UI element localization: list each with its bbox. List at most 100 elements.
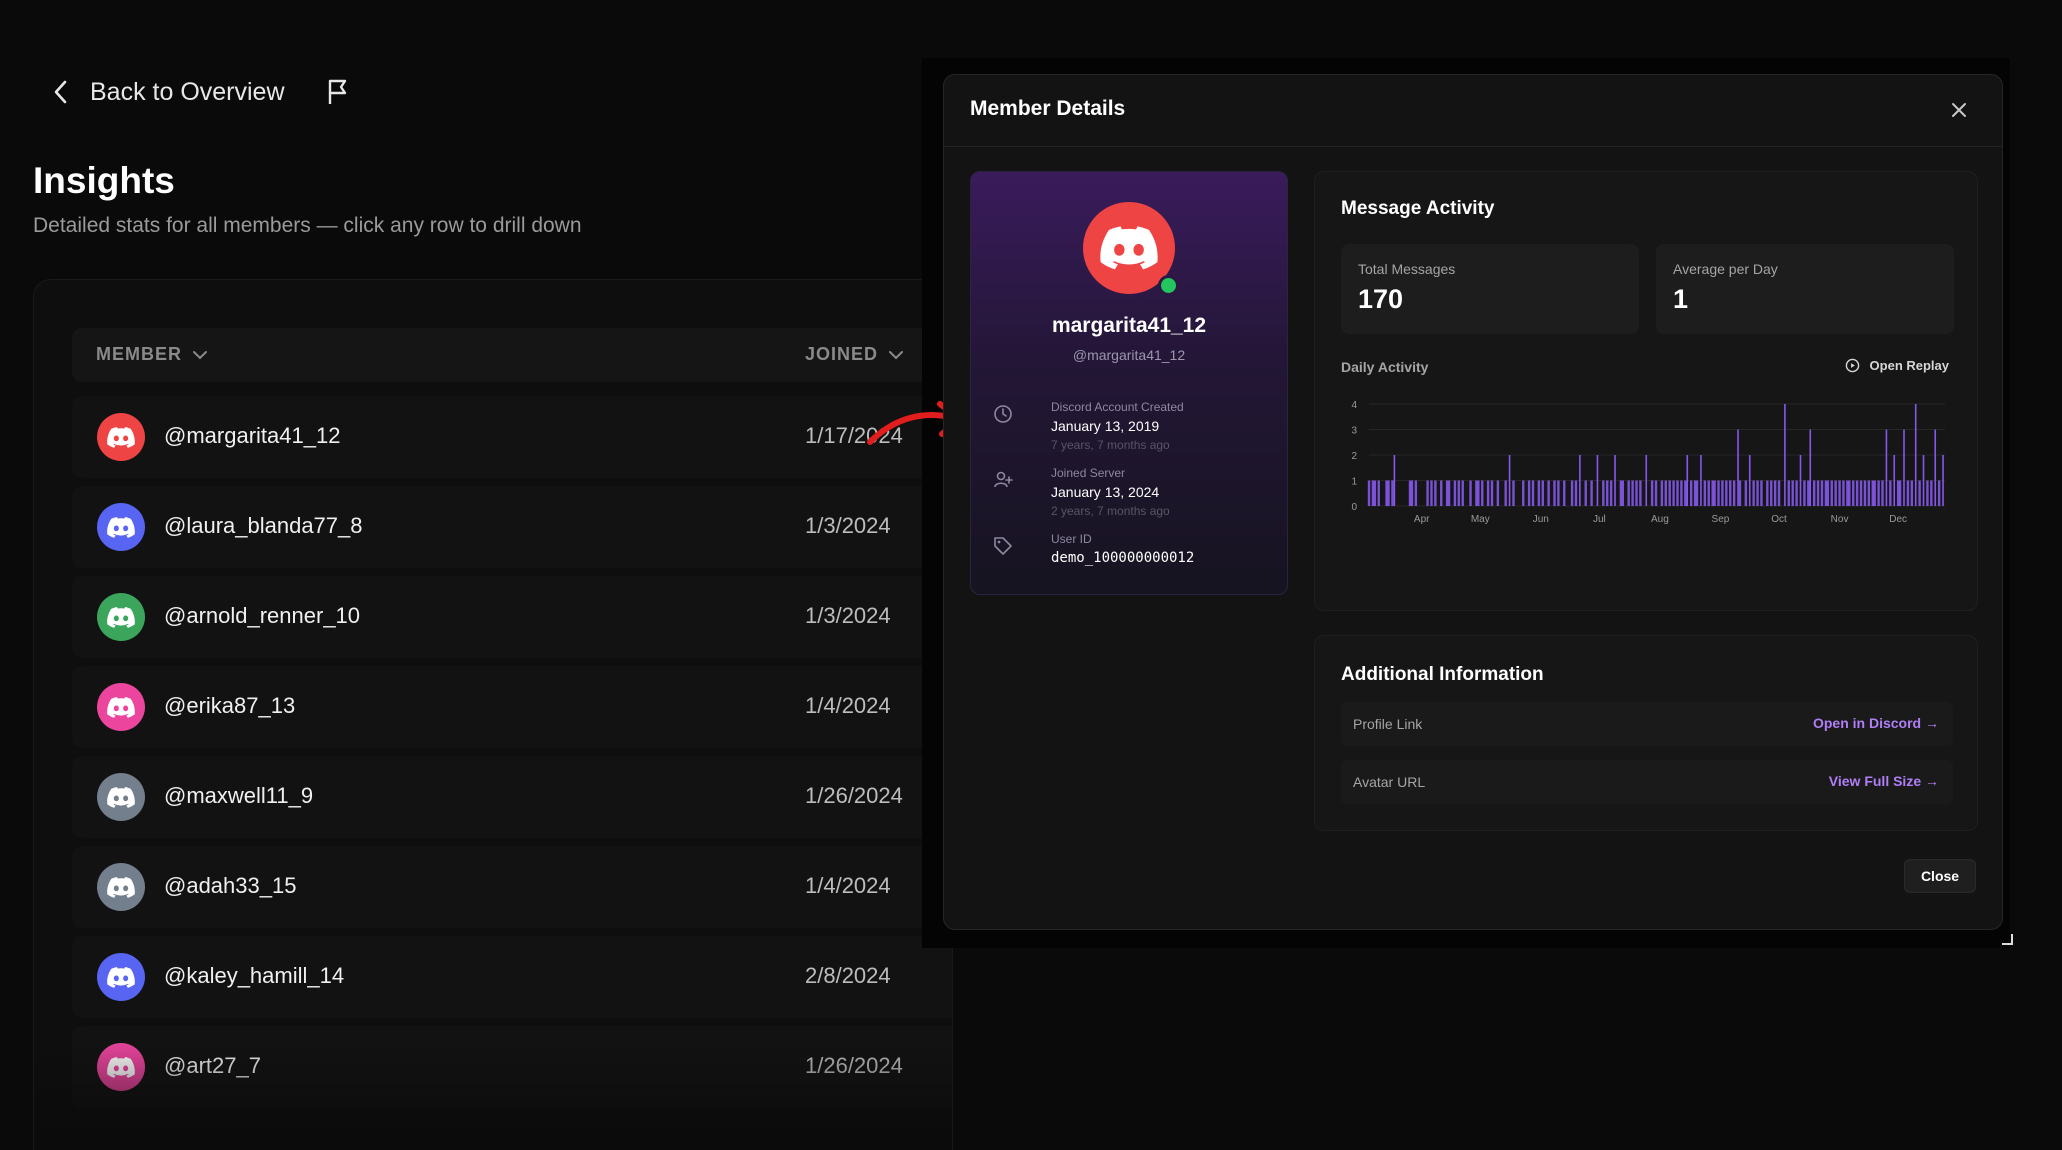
chart-bar — [1664, 480, 1667, 506]
table-row[interactable]: @laura_blanda77_8 1/3/2024 — [72, 486, 952, 568]
chart-bar — [1766, 480, 1769, 506]
chart-bar — [1377, 480, 1380, 506]
chart-bar — [1717, 480, 1720, 506]
member-handle: @kaley_hamill_14 — [164, 963, 345, 988]
chart-bar — [1721, 480, 1724, 506]
chart-bar — [1820, 480, 1824, 506]
chart-bar — [1859, 480, 1863, 506]
chart-bar — [1553, 480, 1556, 506]
column-header-member[interactable]: MEMBER — [96, 344, 208, 365]
y-tick-label: 4 — [1351, 400, 1357, 411]
table-row[interactable]: @margarita41_12 1/17/2024 — [72, 396, 952, 478]
stat-value: 1 — [1673, 284, 1689, 314]
chart-bar — [1732, 480, 1736, 506]
chart-bar — [1602, 480, 1605, 506]
chart-bar — [1713, 480, 1716, 506]
chart-bar — [1504, 480, 1507, 506]
chart-bar — [1557, 480, 1560, 506]
member-handle: @arnold_renner_10 — [164, 603, 361, 628]
chart-bar — [1490, 480, 1494, 506]
user-id-value: demo_100000000012 — [1051, 550, 1195, 566]
modal-close-button[interactable] — [1946, 97, 1972, 123]
chart-bar — [1812, 480, 1816, 506]
tag-icon — [994, 537, 1012, 555]
chart-bar — [1590, 480, 1593, 506]
joined-date: 1/3/2024 — [805, 513, 891, 538]
chart-bar — [1937, 480, 1941, 506]
table-row[interactable]: @arnold_renner_10 1/3/2024 — [72, 576, 952, 658]
chart-bar — [1477, 480, 1480, 506]
column-header-joined[interactable]: JOINED — [805, 344, 904, 365]
field-label: User ID — [1051, 532, 1092, 546]
chart-bar — [1574, 480, 1578, 506]
chart-bar — [1816, 480, 1820, 506]
chart-bar — [1756, 480, 1759, 506]
field-value: January 13, 2024 — [1051, 484, 1160, 500]
profile-card: margarita41_12 @margarita41_12 Discord A… — [970, 171, 1288, 595]
chart-bar — [1686, 455, 1689, 506]
chart-bar — [1531, 480, 1535, 506]
chart-label: Daily Activity — [1341, 359, 1429, 375]
x-tick-label: Nov — [1831, 514, 1849, 525]
row-key: Avatar URL — [1353, 774, 1426, 790]
close-button[interactable]: Close — [1904, 859, 1976, 893]
chart-bar — [1635, 480, 1638, 506]
view-full-size-link[interactable]: View Full Size → — [1829, 773, 1939, 789]
field-value: January 13, 2019 — [1051, 418, 1160, 434]
chart-bar — [1584, 480, 1587, 506]
table-row[interactable]: @adah33_15 1/4/2024 — [72, 846, 952, 928]
open-replay-button[interactable]: Open Replay — [1845, 358, 1949, 373]
chart-bar — [1791, 480, 1794, 506]
chart-bar — [1942, 455, 1944, 506]
clock-icon — [994, 405, 1012, 423]
flag-button[interactable] — [327, 78, 349, 106]
chart-bar — [1842, 480, 1845, 506]
member-handle: @laura_blanda77_8 — [164, 513, 363, 538]
chart-bar — [1922, 455, 1925, 506]
chart-bar — [1453, 480, 1457, 506]
chart-bar — [1737, 429, 1739, 506]
profile-name: margarita41_12 — [1051, 314, 1207, 337]
table-row[interactable]: @erika87_13 1/4/2024 — [72, 666, 952, 748]
joined-date: 2/8/2024 — [805, 963, 891, 988]
back-label: Back to Overview — [90, 77, 285, 106]
chart-bar — [1703, 480, 1707, 506]
chart-bar — [1903, 429, 1905, 506]
discord-logo-icon — [107, 516, 135, 538]
chart-bar — [1773, 480, 1777, 506]
avatar — [97, 593, 145, 641]
chart-bar — [1373, 480, 1377, 506]
close-icon — [1952, 103, 1966, 117]
chart-bar — [1809, 429, 1812, 506]
stat-total-messages: Total Messages 170 — [1341, 244, 1639, 334]
avatar — [97, 413, 145, 461]
user-plus-icon — [994, 471, 1013, 488]
x-tick-label: Oct — [1771, 514, 1787, 525]
chart-bar — [1426, 480, 1429, 506]
chart-bar — [1795, 480, 1798, 506]
table-row[interactable]: @kaley_hamill_14 2/8/2024 — [72, 936, 952, 1018]
joined-date: 1/3/2024 — [805, 603, 891, 628]
chart-bar — [1570, 480, 1574, 506]
chart-bar — [1676, 480, 1679, 506]
stat-label: Total Messages — [1358, 261, 1456, 277]
resize-corner-icon[interactable] — [2000, 932, 2014, 946]
chart-bar — [1770, 480, 1773, 506]
discord-logo-icon — [107, 786, 135, 808]
table-row[interactable]: @maxwell11_9 1/26/2024 — [72, 756, 952, 838]
stat-label: Average per Day — [1673, 261, 1778, 277]
chart-bar — [1434, 480, 1437, 506]
discord-logo-icon — [107, 426, 135, 448]
open-in-discord-link[interactable]: Open in Discord → — [1813, 715, 1939, 731]
chart-bar — [1393, 455, 1396, 506]
chart-bar — [1748, 455, 1751, 506]
back-to-overview-link[interactable]: Back to Overview — [52, 78, 285, 107]
chart-bar — [1440, 480, 1443, 506]
discord-logo-icon — [107, 876, 135, 898]
chart-bar — [1461, 480, 1464, 506]
modal-title: Member Details — [970, 97, 1126, 120]
chart-bar — [1863, 480, 1867, 506]
message-activity-panel: Message Activity Total Messages 170 Aver… — [1314, 171, 1978, 611]
online-status-indicator — [1158, 275, 1179, 296]
chevron-down-icon — [889, 350, 904, 359]
